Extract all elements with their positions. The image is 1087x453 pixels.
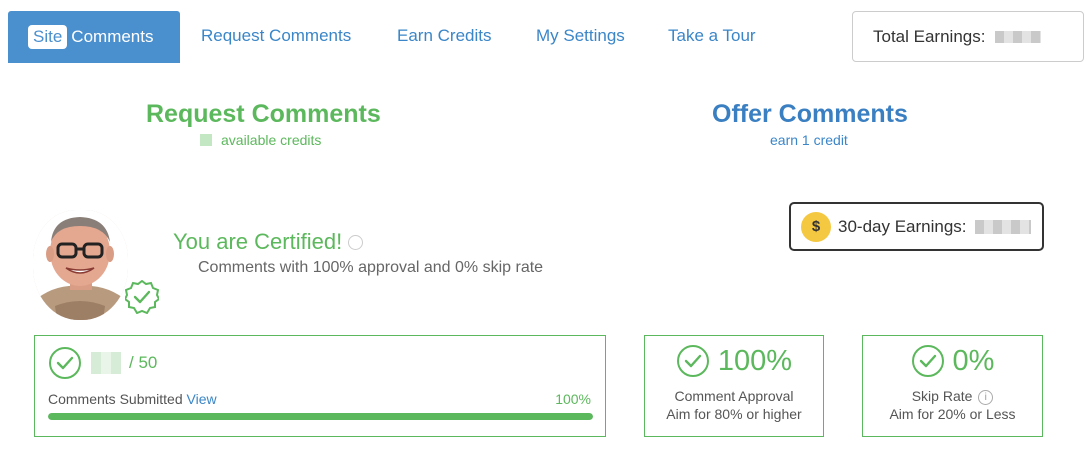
submitted-total: / 50 (129, 353, 158, 372)
skip-hint: Aim for 20% or Less (889, 406, 1016, 422)
offer-comments-heading[interactable]: Offer Comments (712, 100, 908, 129)
info-icon[interactable]: i (978, 389, 994, 405)
submitted-progress-bar (48, 413, 593, 420)
thirty-day-earnings-label: 30-day Earnings: (838, 216, 967, 236)
certified-title: You are Certified! (173, 229, 343, 254)
offer-comments-subtitle: earn 1 credit (770, 132, 848, 148)
total-earnings-box[interactable]: Total Earnings: (852, 11, 1084, 62)
total-earnings-label: Total Earnings: (873, 26, 986, 46)
nav-earn-credits[interactable]: Earn Credits (397, 26, 491, 46)
top-nav: Site Comments Request Comments Earn Cred… (0, 0, 1087, 70)
comments-submitted-card: / 50 Comments Submitted View 100% (34, 335, 606, 437)
approval-value-row: 100% (645, 344, 823, 378)
request-comments-heading[interactable]: Request Comments (146, 100, 381, 129)
skip-label: Skip Rate (911, 388, 973, 404)
tab-site-comments-label: Comments (71, 27, 154, 46)
check-circle-icon (49, 347, 81, 379)
user-avatar-block (33, 210, 161, 320)
submitted-count-redacted (91, 352, 121, 374)
submitted-progress-fill (48, 413, 593, 420)
submitted-percent: 100% (555, 391, 591, 407)
nav-request-comments[interactable]: Request Comments (201, 26, 351, 46)
approval-hint: Aim for 80% or higher (666, 406, 802, 422)
skip-rate-card: 0% Skip Rate i Aim for 20% or Less (862, 335, 1043, 437)
view-comments-link[interactable]: View (187, 391, 217, 407)
comment-approval-card: 100% Comment Approval Aim for 80% or hig… (644, 335, 824, 437)
total-earnings-value-redacted (995, 30, 1042, 43)
tab-site-comments[interactable]: Site Comments (8, 11, 180, 63)
check-circle-icon (911, 345, 944, 377)
certified-description: Comments with 100% approval and 0% skip … (198, 259, 544, 276)
thirty-day-earnings-value-redacted (974, 219, 1031, 234)
skip-value: 0% (952, 344, 995, 377)
available-credits: available credits (200, 132, 321, 148)
certified-heading: You are Certified! (173, 229, 364, 255)
certified-badge-icon (125, 280, 159, 314)
skip-label-row: Skip Rate i (863, 388, 1042, 405)
certified-info-icon[interactable] (348, 234, 364, 250)
credits-value-redacted (200, 134, 212, 146)
avatar (33, 210, 128, 320)
comments-submitted-count: / 50 (48, 346, 157, 380)
comments-submitted-text: Comments Submitted (48, 391, 183, 407)
skip-value-row: 0% (863, 344, 1042, 378)
comments-submitted-label: Comments Submitted View (48, 391, 217, 407)
thirty-day-earnings-box[interactable]: $ 30-day Earnings: (789, 202, 1044, 251)
approval-value: 100% (717, 344, 793, 377)
nav-take-a-tour[interactable]: Take a Tour (668, 26, 756, 46)
approval-label: Comment Approval (674, 388, 794, 404)
available-credits-label: available credits (221, 132, 322, 148)
dollar-coin-icon: $ (801, 211, 831, 242)
site-pill: Site (28, 25, 68, 49)
check-circle-icon (676, 345, 709, 377)
nav-my-settings[interactable]: My Settings (536, 26, 625, 46)
